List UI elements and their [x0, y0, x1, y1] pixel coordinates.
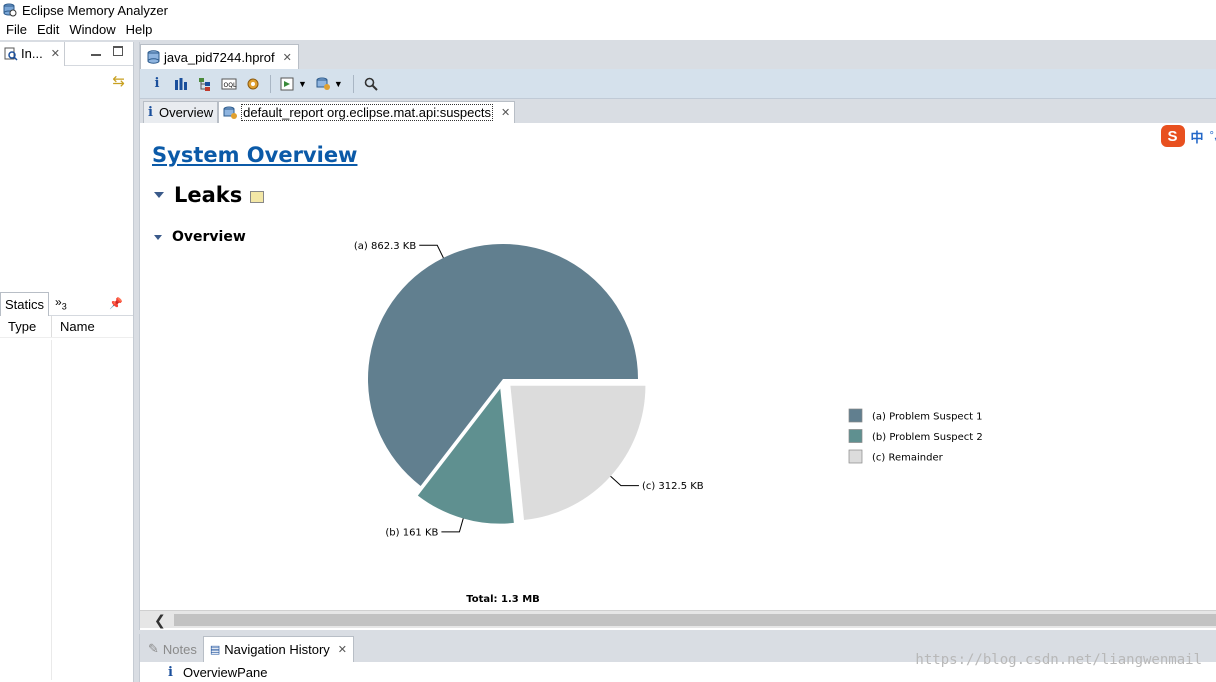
sogou-icon[interactable]: S [1160, 125, 1185, 147]
editor-area: java_pid7244.hprof ✕ i OQL ▼ ▼ i Overvie… [139, 42, 1216, 630]
workbench: In... ✕ ⇆ Statics »3 📌 Type Name java_pi… [0, 40, 1216, 682]
report-icon [223, 106, 238, 119]
statics-tabbar: Statics »3 📌 [0, 291, 133, 316]
inspector-icon [4, 47, 18, 61]
ime-punct[interactable]: °, [1210, 130, 1216, 142]
menu-window[interactable]: Window [64, 20, 120, 40]
heap-dump-icon [147, 50, 160, 64]
oql-icon[interactable]: OQL [218, 73, 240, 95]
legend-label-c: (c) Remainder [872, 453, 944, 464]
menu-edit[interactable]: Edit [32, 20, 64, 40]
leader-line-a [419, 244, 444, 259]
notes-icon: ✎ [148, 641, 159, 656]
scrollbar-thumb[interactable] [174, 614, 1216, 626]
column-name[interactable]: Name [52, 319, 95, 334]
info-icon: i [168, 664, 173, 680]
tab-inspector-label: In... [21, 46, 43, 61]
menu-help[interactable]: Help [121, 20, 158, 40]
tab-suspects-report[interactable]: default_report org.eclipse.mat.api:suspe… [218, 101, 516, 123]
minimize-icon[interactable] [91, 46, 101, 56]
tab-overview-label: Overview [158, 105, 214, 120]
menu-bar: File Edit Window Help [0, 20, 1216, 40]
data-label-b: (b) 161 KB [385, 527, 438, 538]
legend-swatch-a [848, 408, 863, 423]
tab-notes-label: Notes [162, 641, 197, 657]
overflow-label: » [55, 295, 62, 310]
tab-overflow-chevron[interactable]: »3 [55, 295, 67, 311]
search-icon[interactable] [360, 73, 382, 95]
thread-overview-icon[interactable] [242, 73, 264, 95]
toolbar-separator [270, 74, 271, 93]
inspector-view: In... ✕ ⇆ [0, 41, 134, 292]
overflow-count: 3 [61, 301, 67, 312]
legend-label-b: (b) Problem Suspect 2 [872, 432, 983, 443]
pie-slice-c [510, 385, 646, 521]
tab-navigation-history[interactable]: ▤ Navigation History ✕ [202, 636, 354, 662]
histogram-icon[interactable] [170, 73, 192, 95]
tab-inspector[interactable]: In... ✕ [0, 41, 65, 66]
close-icon[interactable]: ✕ [501, 106, 510, 119]
pie-chart: (a) 862.3 KB (b) 161 KB (c) 312.5 KB Total:… [354, 241, 983, 605]
overview-info-icon[interactable]: i [146, 73, 168, 95]
close-icon[interactable]: ✕ [283, 51, 292, 64]
inspector-tabbar: In... ✕ [0, 41, 133, 66]
query-browser-dropdown-icon[interactable]: ▼ [334, 79, 343, 89]
title-bar: Eclipse Memory Analyzer [0, 0, 1216, 20]
tab-heap-dump[interactable]: java_pid7244.hprof ✕ [140, 44, 299, 69]
legend-swatch-c [848, 449, 863, 464]
close-icon[interactable]: ✕ [51, 47, 60, 60]
query-browser-icon[interactable] [313, 73, 335, 95]
legend-swatch-b [848, 429, 863, 443]
menu-file[interactable]: File [0, 20, 32, 40]
history-item-label: OverviewPane [182, 664, 268, 680]
data-label-a: (a) 862.3 KB [354, 241, 416, 252]
info-icon: i [148, 105, 153, 120]
leader-line-c [610, 475, 639, 487]
tab-statics[interactable]: Statics [0, 291, 50, 316]
maximize-icon[interactable] [113, 46, 123, 56]
data-label-c: (c) 312.5 KB [642, 481, 704, 492]
editor-tabbar: java_pid7244.hprof ✕ [140, 42, 1216, 69]
ime-lang[interactable]: 中 [1191, 127, 1204, 146]
column-divider [51, 340, 52, 680]
statics-columns: Type Name [0, 316, 133, 338]
scroll-left-icon[interactable]: ❮ [154, 611, 166, 629]
bottom-view: ✎ Notes ▤ Navigation History ✕ i Overvie… [139, 634, 1216, 682]
window-title: Eclipse Memory Analyzer [22, 2, 168, 18]
total-label: Total: 1.3 MB [466, 594, 540, 605]
report-tabbar: i Overview default_report org.eclipse.ma… [140, 99, 1216, 123]
tab-overview[interactable]: i Overview [143, 101, 219, 123]
toolbar-separator [352, 74, 354, 93]
watermark: https://blog.csdn.net/liangwenmail [915, 652, 1202, 668]
horizontal-scrollbar[interactable]: ❮ [140, 610, 1216, 628]
tab-heap-dump-label: java_pid7244.hprof [164, 49, 275, 65]
run-report-icon[interactable] [277, 73, 299, 95]
pin-icon[interactable]: 📌 [109, 297, 123, 310]
dominator-tree-icon[interactable] [194, 73, 216, 95]
report-content: System Overview Leaks Overview (a) 862.3… [140, 123, 1216, 610]
statics-view: Statics »3 📌 Type Name [0, 291, 134, 682]
tab-navigation-history-label: Navigation History [224, 642, 330, 657]
legend-label-a: (a) Problem Suspect 1 [872, 412, 983, 423]
navigation-history-icon: ▤ [209, 644, 221, 656]
memory-analyzer-icon [3, 3, 17, 17]
svg-text:OQL: OQL [224, 82, 237, 89]
sync-icon[interactable]: ⇆ [112, 72, 125, 90]
tab-suspects-label: default_report org.eclipse.mat.api:suspe… [241, 104, 493, 121]
run-report-dropdown-icon[interactable]: ▼ [298, 79, 307, 89]
editor-toolbar: i OQL ▼ ▼ [140, 69, 1216, 99]
tab-notes[interactable]: ✎ Notes [142, 636, 203, 662]
leader-line-b [441, 518, 464, 533]
close-icon[interactable]: ✕ [338, 643, 347, 656]
ime-indicator: S 中 °, [1158, 123, 1216, 149]
column-type[interactable]: Type [0, 316, 52, 337]
